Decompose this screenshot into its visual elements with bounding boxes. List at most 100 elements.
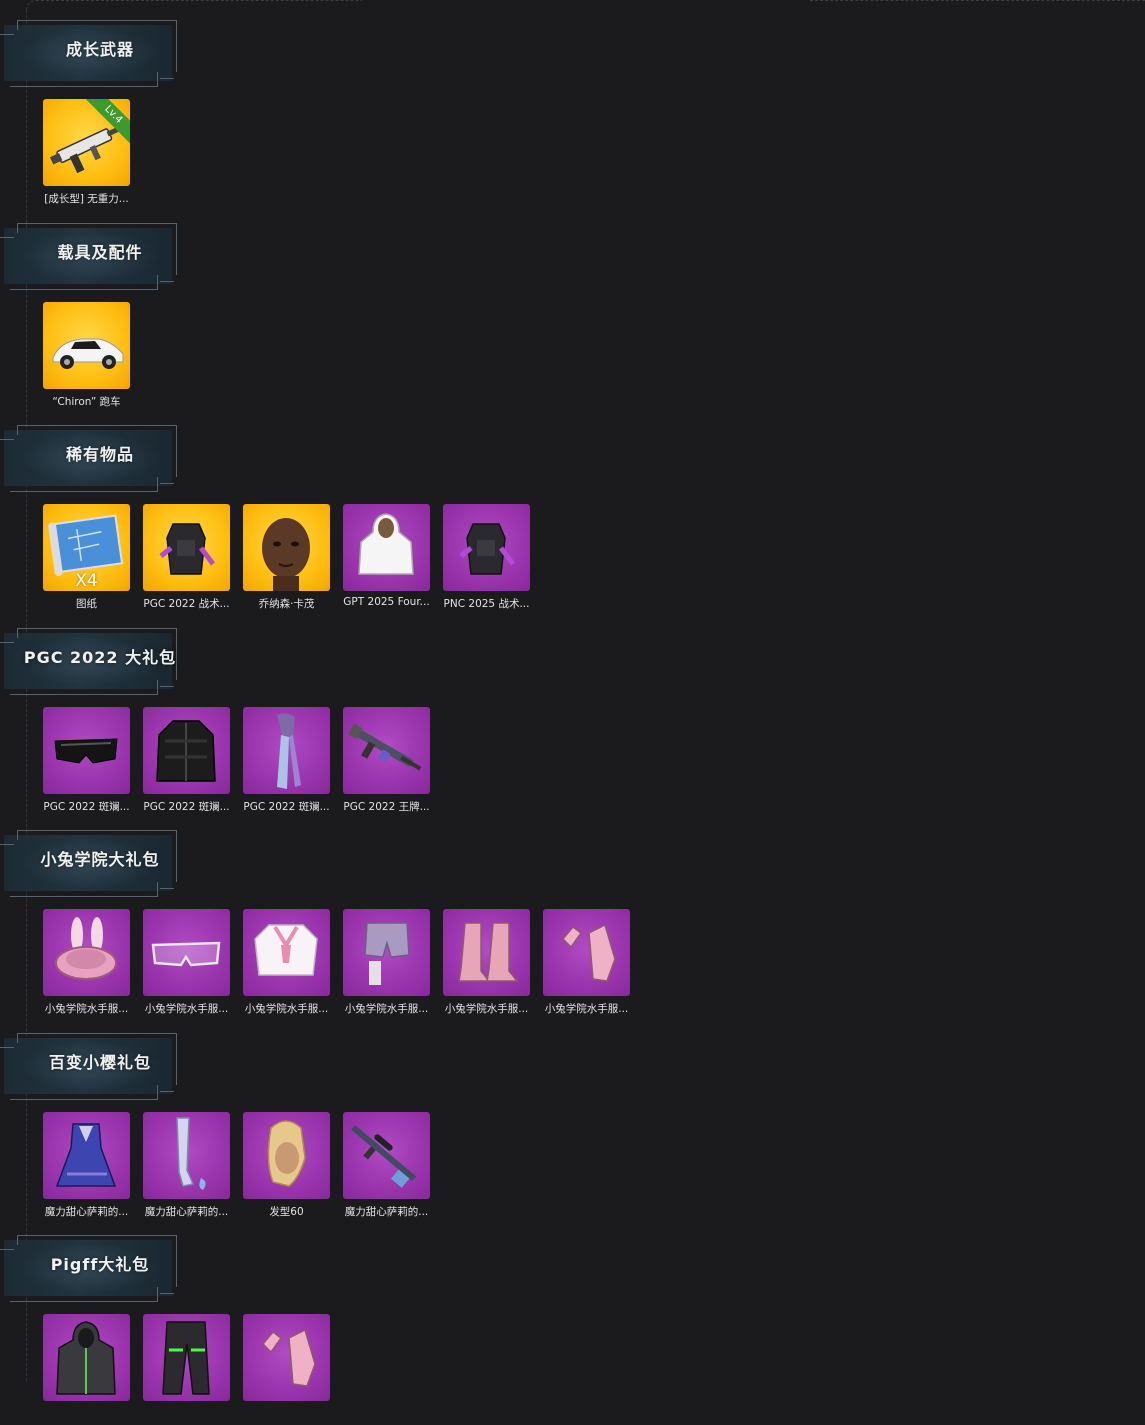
item-thumbnail[interactable] [243, 706, 330, 794]
reward-item[interactable]: 小兔学院水手服... [343, 909, 430, 1016]
item-row: “Chiron” 跑车 [43, 301, 130, 409]
item-thumbnail[interactable] [343, 1111, 430, 1199]
scarf-icon [277, 712, 301, 789]
item-thumbnail[interactable] [143, 1111, 230, 1199]
section: PGC 2022 大礼包 PGC 2022 斑斓... PGC 2022 斑斓...… [0, 618, 700, 818]
header-stub [0, 34, 14, 35]
section-title: PGC 2022 大礼包 [23, 647, 177, 667]
header-stub [160, 483, 174, 484]
item-row: PGC 2022 斑斓... PGC 2022 斑斓... PGC 2022 斑斓.… [43, 706, 430, 814]
section-title: 百变小樱礼包 [48, 1052, 151, 1072]
item-thumbnail[interactable]: X4 [43, 504, 130, 591]
reward-item[interactable] [143, 1314, 230, 1406]
reward-item[interactable]: 发型60 [243, 1111, 330, 1219]
reward-item[interactable]: Lv.4 [成长型] 无重力... [43, 99, 130, 206]
hairstyle-icon [267, 1119, 306, 1187]
header-tick [17, 1235, 18, 1245]
sailor-top-icon [254, 924, 318, 976]
section: 成长武器 Lv.4 [成长型] 无重力... [0, 10, 700, 210]
item-thumbnail[interactable] [443, 504, 530, 591]
reward-item[interactable]: 乔纳森·卡茂 [243, 504, 330, 611]
header-stub [0, 1046, 14, 1048]
header-tick [17, 830, 18, 840]
item-thumbnail[interactable] [43, 1314, 130, 1401]
reward-item[interactable]: 小兔学院水手服... [243, 909, 330, 1016]
item-row: X4 图纸 PGC 2022 战术... 乔纳森·卡茂 GPT 2025 Four...… [43, 504, 530, 611]
reward-item[interactable]: 小兔学院水手服... [443, 909, 530, 1016]
item-thumbnail[interactable] [243, 504, 330, 591]
item-thumbnail[interactable] [343, 504, 430, 591]
section-title: 小兔学院大礼包 [40, 850, 160, 869]
reward-item[interactable]: GPT 2025 Four... [343, 504, 430, 611]
header-tick [17, 627, 18, 638]
reward-item[interactable]: PGC 2022 斑斓... [243, 706, 330, 814]
reward-item[interactable]: PGC 2022 王牌... [343, 706, 430, 814]
section-header: 稀有物品 [0, 415, 180, 495]
item-label: 小兔学院水手服... [444, 1003, 529, 1015]
item-thumbnail[interactable] [243, 1314, 330, 1401]
gloves-icon [561, 923, 616, 982]
item-thumbnail[interactable] [243, 1111, 330, 1199]
reward-item[interactable]: PGC 2022 斑斓... [43, 706, 130, 814]
reward-item[interactable]: “Chiron” 跑车 [43, 301, 130, 409]
header-line-top [18, 1235, 176, 1236]
header-line-bottom [10, 288, 158, 290]
reward-item[interactable]: 魔力甜心萨莉的... [143, 1111, 230, 1219]
item-thumbnail[interactable] [43, 1111, 130, 1199]
item-label: 魔力甜心萨莉的... [344, 1205, 429, 1218]
reward-item[interactable]: 小兔学院水手服... [43, 909, 130, 1016]
header-tick [157, 679, 158, 694]
quantity-label: X4 [75, 571, 98, 591]
item-row [43, 1314, 330, 1406]
item-thumbnail[interactable] [43, 909, 130, 996]
header-tick [17, 1032, 18, 1043]
item-label: “Chiron” 跑车 [52, 395, 121, 408]
header-tick [17, 222, 18, 233]
section: 百变小樱礼包魔力甜心萨莉的... 魔力甜心萨莉的... 发型60 魔力甜心萨莉的... [0, 1023, 700, 1223]
item-thumbnail[interactable]: Lv.4 [43, 99, 130, 186]
dress-icon [55, 1122, 117, 1187]
item-thumbnail[interactable] [43, 301, 130, 389]
header-stub [160, 685, 174, 687]
reward-item[interactable]: 魔力甜心萨莉的... [43, 1111, 130, 1219]
reward-item[interactable] [243, 1314, 330, 1406]
section-title: 成长武器 [65, 40, 134, 59]
header-tick [157, 72, 158, 86]
reward-item[interactable]: PNC 2025 战术... [443, 504, 530, 611]
backpack-icon [159, 523, 215, 575]
header-tick [157, 1084, 158, 1099]
header-stub [160, 888, 174, 889]
item-thumbnail[interactable] [443, 909, 530, 996]
reward-item[interactable] [43, 1314, 130, 1406]
item-thumbnail[interactable] [143, 706, 230, 794]
section-header: Pigff大礼包 [0, 1225, 180, 1305]
reward-item[interactable]: 魔力甜心萨莉的... [343, 1111, 430, 1219]
item-label: 小兔学院水手服... [144, 1003, 229, 1015]
item-label: GPT 2025 Four... [343, 596, 430, 608]
item-label: 魔力甜心萨莉的... [44, 1205, 129, 1218]
reward-item[interactable]: 小兔学院水手服... [543, 909, 630, 1016]
item-thumbnail[interactable] [543, 909, 630, 996]
item-thumbnail[interactable] [343, 706, 430, 794]
hooded-jacket-icon [56, 1321, 116, 1395]
reward-item[interactable]: X4 图纸 [43, 504, 130, 611]
header-stub [0, 1249, 14, 1250]
item-label: 魔力甜心萨莉的... [144, 1205, 229, 1218]
item-row: 小兔学院水手服... 小兔学院水手服... 小兔学院水手服... 小兔学院水手服...… [43, 909, 630, 1016]
reward-item[interactable]: 小兔学院水手服... [143, 909, 230, 1016]
header-tick [157, 477, 158, 491]
item-thumbnail[interactable] [243, 909, 330, 996]
header-line-bottom [10, 896, 158, 897]
stockings-icon [176, 1116, 206, 1190]
item-thumbnail[interactable] [143, 909, 230, 996]
reward-item[interactable]: PGC 2022 战术... [143, 504, 230, 611]
reward-item[interactable]: PGC 2022 斑斓... [143, 706, 230, 814]
item-thumbnail[interactable] [143, 504, 230, 591]
item-thumbnail[interactable] [43, 706, 130, 794]
goggles-icon [54, 737, 118, 764]
header-stub [160, 1293, 174, 1294]
item-thumbnail[interactable] [143, 1314, 230, 1401]
item-thumbnail[interactable] [343, 909, 430, 996]
section-header: 成长武器 [0, 10, 180, 90]
gloves-icon [261, 1328, 316, 1387]
